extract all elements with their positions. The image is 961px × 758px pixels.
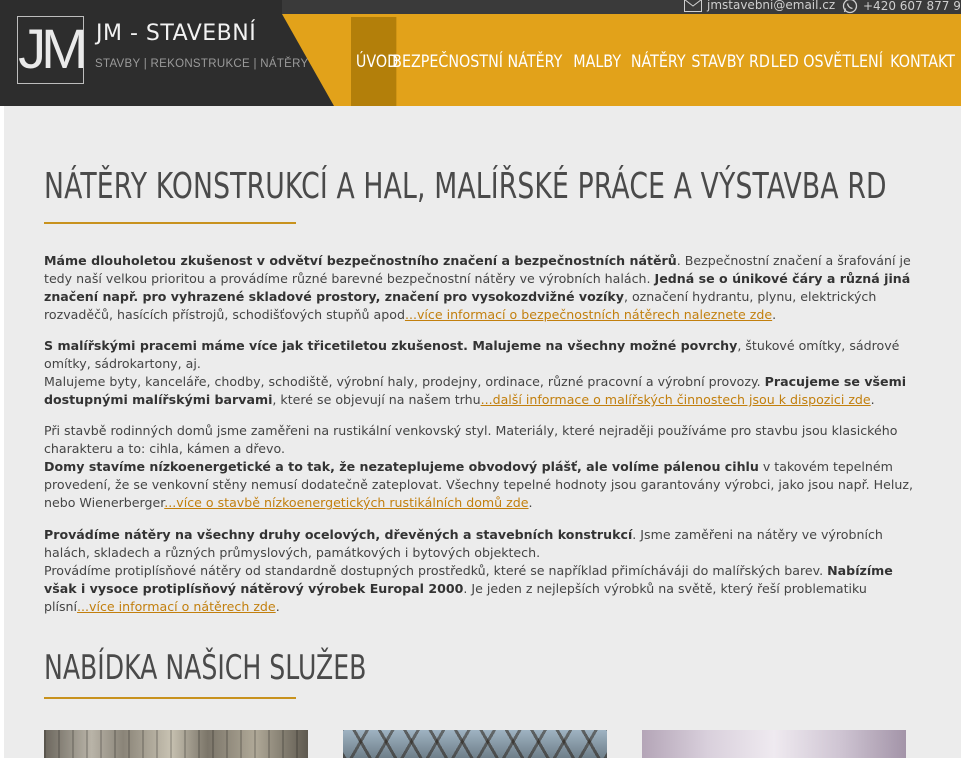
nav-item-kontakt[interactable]: KONTAKT xyxy=(889,17,955,106)
nav-label: KONTAKT xyxy=(890,51,956,72)
nav-item-bezpecnostni-natery[interactable]: BEZPEČNOSTNÍ NÁTĚRY xyxy=(392,17,562,106)
main-nav: ÚVOD BEZPEČNOSTNÍ NÁTĚRY MALBY NÁTĚRY ST… xyxy=(351,17,961,106)
nav-item-malby[interactable]: MALBY xyxy=(569,17,622,106)
nav-label: STAVBY RD xyxy=(691,51,770,72)
nav-label: MALBY xyxy=(573,51,622,72)
intro-paragraph-painting: S malířskými pracemi máme více jak třice… xyxy=(44,338,907,407)
link-coatings[interactable]: ...více informací o nátěrech zde xyxy=(77,599,276,614)
phone-text: +420 607 877 94 xyxy=(863,0,961,13)
nav-item-led-osvetleni[interactable]: LED OSVĚTLENÍ xyxy=(771,17,883,106)
email-text: jmstavebni@email.cz xyxy=(707,0,836,12)
nav-label: BEZPEČNOSTNÍ NÁTĚRY xyxy=(392,51,563,72)
services-underline xyxy=(44,697,296,699)
nav-label: NÁTĚRY xyxy=(630,51,686,72)
whatsapp-icon xyxy=(842,0,858,14)
phone-contact[interactable]: +420 607 877 94 xyxy=(842,0,961,14)
intro-paragraph-houses: Při stavbě rodinných domů jsme zaměřeni … xyxy=(44,423,913,510)
logo-text: JM xyxy=(18,17,88,80)
contact-bar: jmstavebni@email.cz +420 607 877 94 xyxy=(282,0,961,14)
service-thumbnail-painting[interactable] xyxy=(642,730,906,758)
intro-paragraph-safety: Máme dlouholetou zkušenost v odvětví bez… xyxy=(44,253,911,322)
email-contact[interactable]: jmstavebni@email.cz xyxy=(684,0,835,12)
service-thumbnail-safety[interactable] xyxy=(44,730,308,758)
title-underline xyxy=(44,222,296,224)
services-title: NABÍDKA NAŠICH SLUŽEB xyxy=(44,648,367,688)
logo[interactable]: JM xyxy=(17,16,88,84)
nav-item-stavby-rd[interactable]: STAVBY RD xyxy=(691,17,770,106)
service-thumbnail-construction[interactable] xyxy=(343,730,607,758)
link-houses[interactable]: ...více o stavbě nízkoenergetických rust… xyxy=(164,495,528,510)
envelope-icon xyxy=(684,0,702,12)
page-title: NÁTĚRY KONSTRUKCÍ A HAL, MALÍŘSKÉ PRÁCE … xyxy=(44,166,887,207)
link-safety-coatings[interactable]: ...více informací o bezpečnostních nátěr… xyxy=(405,307,772,322)
brand-subtitle: STAVBY | REKONSTRUKCE | NÁTĚRY xyxy=(95,58,309,70)
brand-title[interactable]: JM - STAVEBNÍ xyxy=(96,21,256,46)
site-header: jmstavebni@email.cz +420 607 877 94 JM J… xyxy=(0,0,961,106)
link-painting[interactable]: ...další informace o malířských činnoste… xyxy=(481,392,871,407)
intro-paragraph-coatings: Provádíme nátěry na všechny druhy ocelov… xyxy=(44,527,893,614)
nav-label: LED OSVĚTLENÍ xyxy=(770,51,883,72)
nav-item-natery[interactable]: NÁTĚRY xyxy=(628,17,686,106)
